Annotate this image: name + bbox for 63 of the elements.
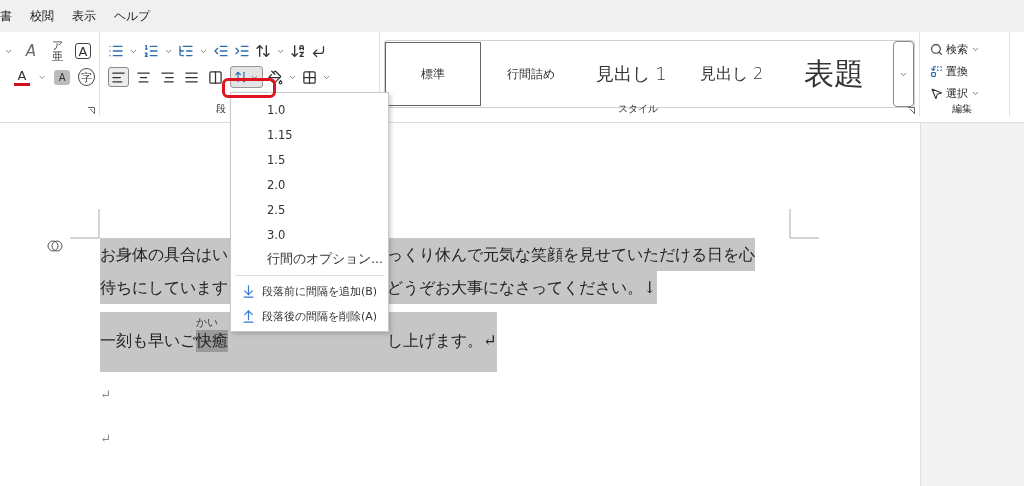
clear-format-button[interactable]: A: [23, 41, 39, 61]
menu-item[interactable]: 行間のオプション...: [231, 247, 388, 272]
document-text: どうぞお大事になさってください。↓: [387, 276, 657, 299]
borders-icon[interactable]: [302, 69, 317, 85]
menu-item[interactable]: 1.5: [231, 147, 388, 172]
paragraph-mark: ↵: [100, 429, 112, 448]
menu-item[interactable]: 1.0: [231, 97, 388, 122]
marked-text: 快癒: [196, 330, 228, 352]
multilevel-list-icon[interactable]: [178, 43, 194, 59]
document-text: 待ちにしています: [100, 276, 228, 299]
shading-icon[interactable]: [268, 69, 283, 85]
page-corner-mark: [789, 209, 819, 239]
document-text: お身体の具合はい: [100, 243, 228, 266]
menu-item[interactable]: 3.0: [231, 222, 388, 247]
group-label: 編集: [952, 102, 972, 116]
font-color-button[interactable]: A: [14, 68, 30, 86]
decrease-indent-icon[interactable]: [213, 43, 229, 59]
ribbon-tab[interactable]: ヘルプ: [114, 7, 150, 25]
document-text: 一刻も早いご: [100, 330, 196, 352]
document-text: っくり休んで元気な笑顔を見せていただける日を心: [387, 243, 755, 266]
increase-indent-icon[interactable]: [234, 43, 250, 59]
menu-item[interactable]: 段落後の間隔を削除(A): [231, 304, 388, 329]
document-text: し上げます。↵: [387, 330, 497, 352]
dialog-launcher-icon[interactable]: [88, 107, 95, 114]
select-icon: [930, 86, 943, 100]
ruby-text: かい: [196, 317, 218, 328]
ribbon-tab[interactable]: 表示: [72, 7, 96, 25]
edit-command[interactable]: 置換: [930, 60, 1005, 82]
menu-item[interactable]: 1.15: [231, 122, 388, 147]
character-border-button[interactable]: A: [75, 43, 91, 59]
alignment-icon: [160, 69, 175, 85]
group-label: 段: [216, 102, 226, 116]
page-corner-mark: [70, 209, 100, 239]
alignment-icon: [111, 69, 126, 85]
menu-item[interactable]: 2.0: [231, 172, 388, 197]
numbered-list-icon[interactable]: [143, 43, 159, 59]
menu-item[interactable]: 段落前に間隔を追加(B): [231, 279, 388, 304]
phonetic-guide-button[interactable]: ア 亜: [49, 39, 65, 63]
menu-item[interactable]: 2.5: [231, 197, 388, 222]
character-spacing-icon[interactable]: [255, 43, 271, 59]
style-item[interactable]: 表題: [781, 42, 887, 106]
ribbon-tab[interactable]: 書: [0, 7, 12, 25]
replace-icon: [930, 64, 943, 78]
line-spacing-icon: [234, 70, 248, 84]
character-shading-button[interactable]: A: [54, 69, 71, 85]
style-item[interactable]: 見出し 2: [681, 42, 782, 106]
ribbon-tab[interactable]: 校閲: [30, 7, 54, 25]
paragraph-mark: ↵: [100, 385, 112, 404]
style-item[interactable]: 標準: [385, 42, 481, 106]
style-item[interactable]: 行間詰め: [480, 42, 582, 106]
gallery-more-button[interactable]: [892, 41, 914, 107]
edit-command[interactable]: 検索: [930, 38, 1005, 60]
alignment-icon: [136, 69, 151, 85]
bullet-list-icon[interactable]: [108, 43, 124, 59]
line-break-icon[interactable]: [311, 43, 326, 59]
dialog-launcher-icon[interactable]: [908, 107, 915, 114]
add-space-before-icon: [241, 284, 256, 299]
alignment-icon: [184, 69, 199, 85]
edit-command[interactable]: 選択: [930, 82, 1005, 104]
search-icon: [930, 42, 943, 56]
remove-space-after-icon: [241, 309, 256, 324]
sort-icon[interactable]: [290, 43, 306, 59]
alignment-icon: [208, 69, 223, 85]
